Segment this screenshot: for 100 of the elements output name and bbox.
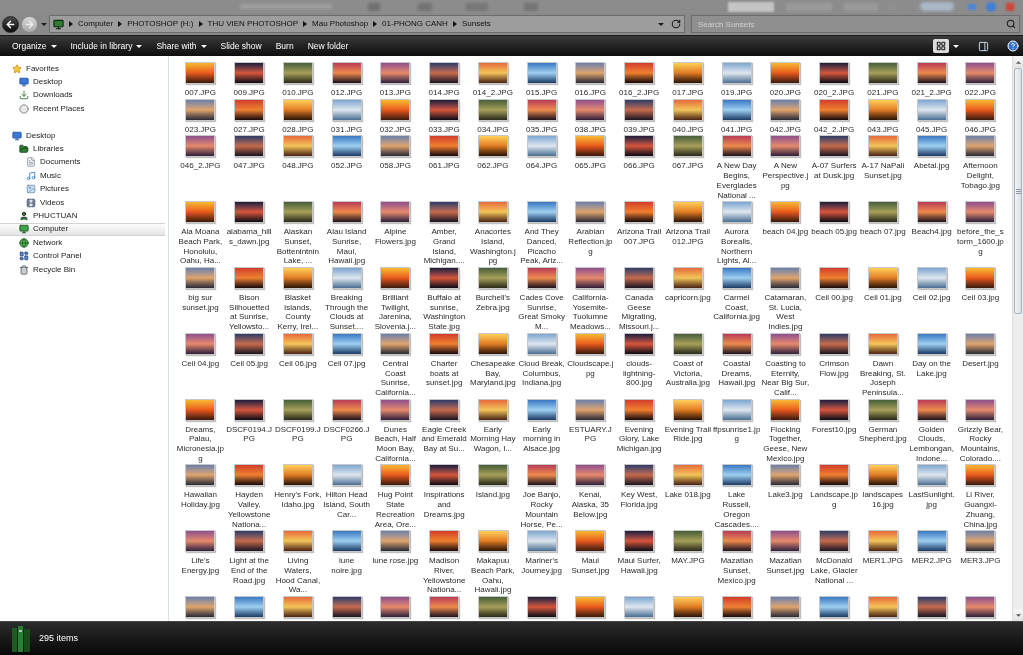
photo-placeholder[interactable] [672, 464, 703, 487]
photo-placeholder[interactable] [282, 530, 313, 553]
photo-placeholder[interactable] [916, 596, 947, 619]
photo-placeholder[interactable] [672, 98, 703, 121]
photo-placeholder[interactable] [672, 332, 703, 355]
file-name[interactable]: 043.JPG [867, 124, 899, 135]
photo-placeholder[interactable] [721, 135, 752, 158]
photo-placeholder[interactable] [331, 201, 362, 224]
file-name[interactable]: Bison Silhouetted at Sunrise, Yellowsto... [225, 293, 274, 332]
photo-placeholder[interactable] [477, 62, 508, 84]
file-name[interactable]: Cades Cove Sunrise, Great Smoky M... [517, 293, 566, 332]
photo-placeholder[interactable] [575, 332, 606, 355]
photo-placeholder[interactable] [624, 135, 655, 158]
file-name[interactable]: 035.JPG [526, 124, 558, 135]
photo-placeholder[interactable] [282, 332, 313, 355]
file-name[interactable]: Li River, Guangxi-Zhuang, China.jpg [956, 490, 1005, 530]
photo-placeholder[interactable] [185, 201, 216, 224]
photo-placeholder[interactable] [526, 398, 557, 421]
photo-placeholder[interactable] [185, 332, 216, 355]
photo-placeholder[interactable] [185, 62, 216, 84]
file-name[interactable]: Flocking Together, Geese, New Mexico.jpg [761, 424, 810, 464]
file-name[interactable]: Central Coast Sunrise, California... [371, 358, 420, 398]
toolbar-button[interactable]: Include in library [66, 37, 147, 55]
photo-placeholder[interactable] [965, 464, 996, 487]
file-name[interactable]: Breaking Through the Clouds at Sunset.... [322, 293, 371, 332]
photo-placeholder[interactable] [477, 201, 508, 224]
photo-placeholder[interactable] [624, 62, 655, 84]
file-name[interactable]: 028.JPG [282, 124, 314, 135]
photo-placeholder[interactable] [477, 530, 508, 553]
file-name[interactable]: 023.JPG [184, 124, 216, 135]
file-name[interactable]: Ceil 00.jpg [815, 293, 854, 303]
photo-placeholder[interactable] [770, 332, 801, 355]
file-name[interactable]: MER2.JPG [911, 556, 952, 566]
photo-placeholder[interactable] [624, 398, 655, 421]
file-name[interactable]: Cloud Break, Columbus, Indiana.jpg [517, 358, 566, 388]
file-name[interactable]: Day on the Lake.jpg [907, 358, 956, 379]
navigation-item[interactable]: Recycle Bin [19, 262, 76, 277]
file-name[interactable]: MER3.JPG [960, 556, 1001, 566]
photo-placeholder[interactable] [380, 135, 411, 158]
photo-placeholder[interactable] [331, 530, 362, 553]
photo-placeholder[interactable] [185, 267, 216, 290]
photo-placeholder[interactable] [770, 201, 801, 224]
file-name[interactable]: Life's Energy.jpg [176, 556, 225, 576]
file-name[interactable]: Grizzly Bear, Rocky Mountains, Colorado.... [956, 424, 1005, 464]
photo-placeholder[interactable] [526, 267, 557, 290]
photo-placeholder[interactable] [575, 398, 606, 421]
file-name[interactable]: Dunes Beach, Half Moon Bay, California... [371, 424, 420, 464]
file-name[interactable]: 042.JPG [769, 124, 801, 135]
photo-placeholder[interactable] [672, 201, 703, 224]
file-name[interactable]: Maui Sunset.jpg [566, 556, 615, 576]
file-name[interactable]: 061.JPG [428, 161, 460, 172]
photo-placeholder[interactable] [575, 98, 606, 121]
breadcrumb-button[interactable]: Mau Photoshop [312, 19, 369, 29]
navigation-item[interactable]: Favorites [12, 62, 59, 76]
file-name[interactable]: Cloudscape.jpg [566, 358, 615, 379]
navigation-item[interactable]: Network [19, 236, 63, 250]
photo-placeholder[interactable] [429, 464, 460, 487]
file-name[interactable]: 048.JPG [282, 161, 314, 172]
file-name[interactable]: 040.JPG [672, 124, 704, 135]
photo-placeholder[interactable] [867, 201, 898, 224]
file-name[interactable]: 016_2.JPG [619, 88, 660, 98]
file-name[interactable]: Key West, Florida.jpg [615, 490, 664, 510]
file-name[interactable]: Anacortes Island, Washington.jpg [468, 227, 517, 267]
toolbar-button[interactable]: Share with [152, 37, 211, 55]
preview-pane-icon[interactable] [978, 40, 989, 52]
search-icon[interactable] [1006, 19, 1016, 29]
photo-placeholder[interactable] [185, 98, 216, 121]
photo-placeholder[interactable] [867, 464, 898, 487]
file-name[interactable]: 022.JPG [964, 88, 996, 98]
photo-placeholder[interactable] [185, 530, 216, 553]
file-name[interactable]: 012.JPG [331, 88, 363, 98]
photo-placeholder[interactable] [234, 530, 265, 553]
photo-placeholder[interactable] [819, 398, 850, 421]
file-name[interactable]: LastSunlight.jpg [907, 490, 956, 510]
file-name[interactable]: Canada Geese Migrating, Missouri.j... [615, 293, 664, 332]
file-name[interactable]: Ceil 07.jpg [327, 358, 366, 369]
photo-placeholder[interactable] [965, 201, 996, 224]
photo-placeholder[interactable] [429, 332, 460, 355]
file-name[interactable]: Ceil 01.jpg [863, 293, 902, 303]
photo-placeholder[interactable] [477, 98, 508, 121]
photo-placeholder[interactable] [965, 135, 996, 158]
file-name[interactable]: Mariner's Journey.jpg [517, 556, 566, 576]
file-name[interactable]: 015.JPG [526, 88, 558, 98]
navigation-item[interactable]: PHUCTUAN [19, 209, 78, 223]
breadcrumb-button[interactable]: PHOTOSHOP (H:) [127, 19, 194, 29]
photo-placeholder[interactable] [770, 267, 801, 290]
scroll-up-button[interactable] [1013, 56, 1023, 68]
file-name[interactable]: Early Morning Hay Wagon, I... [468, 424, 517, 454]
photo-placeholder[interactable] [867, 98, 898, 121]
file-name[interactable]: clouds-lightning-800.jpg [615, 358, 664, 388]
file-name[interactable]: 066.JPG [623, 161, 655, 172]
file-name[interactable]: 014_2.JPG [472, 88, 513, 98]
photo-placeholder[interactable] [477, 596, 508, 619]
photo-placeholder[interactable] [770, 62, 801, 84]
file-name[interactable]: Forest10.jpg [811, 424, 857, 435]
photo-placeholder[interactable] [770, 596, 801, 619]
file-name[interactable]: Hilton Head Island, South Car... [322, 490, 371, 520]
file-name[interactable]: Alau Island Sunrise, Maui, Hawaii.jpg [322, 227, 371, 267]
photo-placeholder[interactable] [234, 398, 265, 421]
file-name[interactable]: Charter boats at sunset.jpg [420, 358, 469, 388]
